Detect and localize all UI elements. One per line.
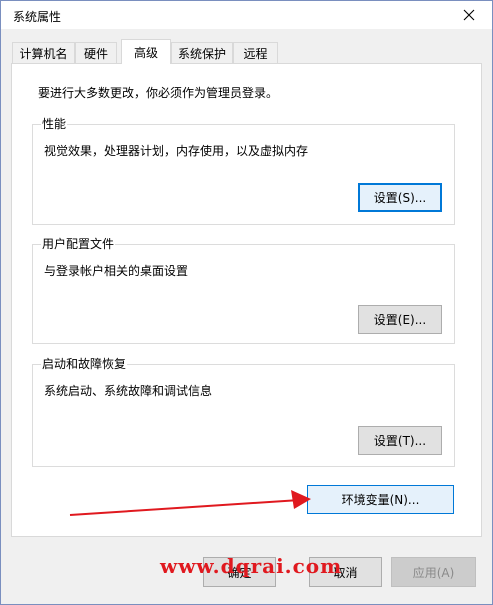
user-profiles-settings-button[interactable]: 设置(E)...: [358, 305, 442, 334]
tab-label: 远程: [243, 46, 268, 61]
tab-label: 计算机名: [19, 46, 68, 61]
startup-recovery-settings-button[interactable]: 设置(T)...: [358, 426, 442, 455]
tab-label: 高级: [133, 45, 158, 60]
group-desc-startup-recovery: 系统启动、系统故障和调试信息: [44, 384, 213, 398]
tab-system-protection[interactable]: 系统保护: [171, 42, 233, 63]
environment-variables-button[interactable]: 环境变量(N)...: [307, 485, 454, 514]
performance-settings-button[interactable]: 设置(S)...: [358, 183, 442, 212]
advanced-tab-panel: 要进行大多数更改，你必须作为管理员登录。 性能 视觉效果，处理器计划，内存使用，…: [11, 63, 482, 537]
title-bar: 系统属性: [1, 1, 492, 29]
group-title-performance: 性能: [41, 117, 68, 131]
group-title-startup-recovery: 启动和故障恢复: [41, 357, 128, 371]
apply-button[interactable]: 应用(A): [391, 557, 476, 587]
tab-advanced[interactable]: 高级: [121, 39, 171, 64]
tab-hardware[interactable]: 硬件: [75, 42, 117, 63]
tab-label: 硬件: [83, 46, 108, 61]
group-desc-performance: 视觉效果，处理器计划，内存使用，以及虚拟内存: [44, 144, 309, 158]
startup-recovery-group: 启动和故障恢复 系统启动、系统故障和调试信息 设置(T)...: [32, 357, 455, 467]
performance-group: 性能 视觉效果，处理器计划，内存使用，以及虚拟内存 设置(S)...: [32, 117, 455, 225]
group-title-user-profiles: 用户配置文件: [41, 237, 116, 251]
admin-note: 要进行大多数更改，你必须作为管理员登录。: [38, 86, 279, 100]
close-icon: [463, 9, 475, 21]
user-profiles-group: 用户配置文件 与登录帐户相关的桌面设置 设置(E)...: [32, 237, 455, 344]
tab-remote[interactable]: 远程: [233, 42, 278, 63]
watermark: www.dqrai.com: [160, 554, 343, 578]
group-desc-user-profiles: 与登录帐户相关的桌面设置: [44, 264, 189, 278]
close-button[interactable]: [446, 1, 492, 29]
window-title: 系统属性: [13, 10, 62, 24]
tab-computer-name[interactable]: 计算机名: [12, 42, 75, 63]
tab-label: 系统保护: [177, 46, 226, 61]
